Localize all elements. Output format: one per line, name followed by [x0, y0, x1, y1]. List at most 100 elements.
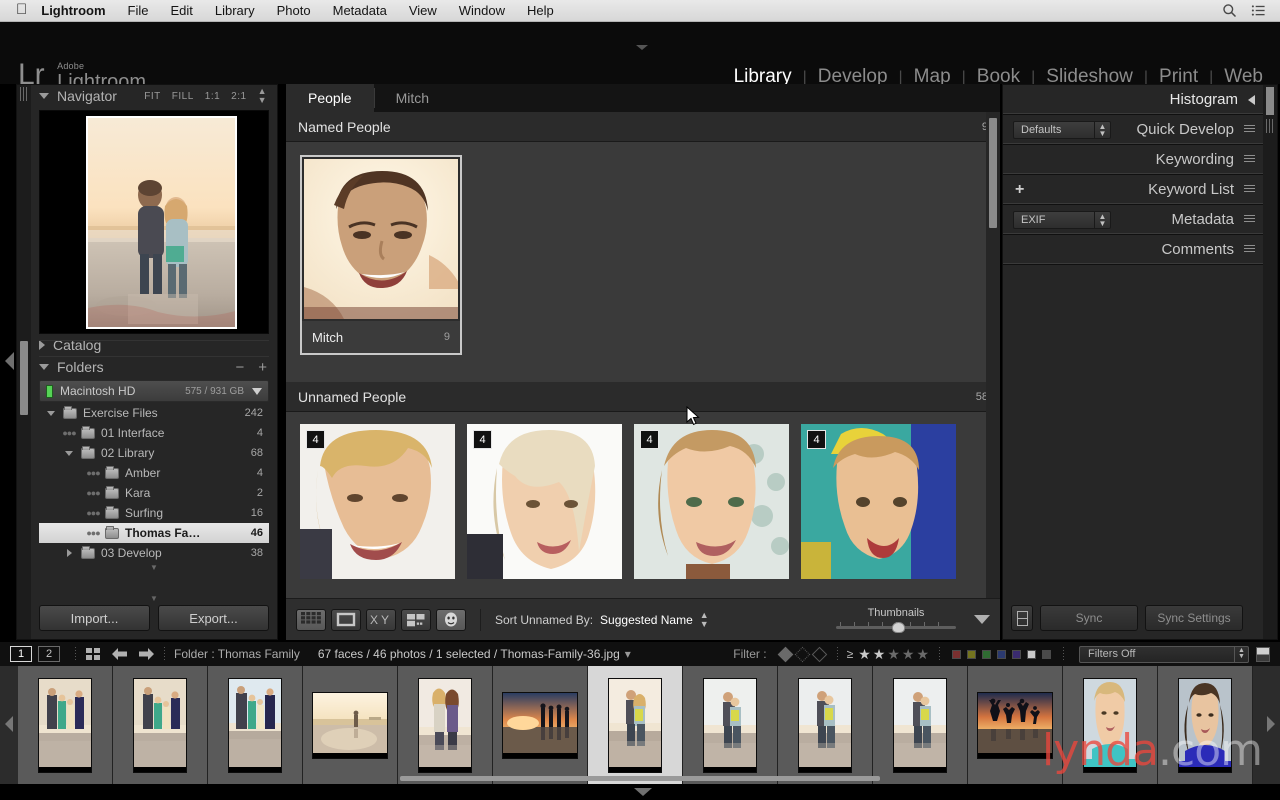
rating-star-2[interactable]: ★: [873, 646, 886, 663]
center-scrollbar[interactable]: [986, 112, 1000, 598]
navigator-preview[interactable]: [39, 110, 269, 334]
color-label-blue[interactable]: [997, 649, 1006, 659]
scrollbar-thumb[interactable]: [989, 118, 997, 228]
menu-item-view[interactable]: View: [398, 0, 448, 22]
rating-star-5[interactable]: ★: [916, 646, 929, 663]
panel-row-metadata[interactable]: EXIF ▲ ▼ Metadata: [1003, 205, 1263, 235]
catalog-header[interactable]: Catalog: [31, 334, 277, 356]
color-label-yellow[interactable]: [967, 649, 976, 659]
people-view-icon[interactable]: [436, 608, 466, 631]
menu-item-photo[interactable]: Photo: [266, 0, 322, 22]
color-label-none[interactable]: [1027, 649, 1036, 659]
export-button[interactable]: Export...: [158, 605, 269, 631]
tab-mitch[interactable]: Mitch: [373, 84, 451, 112]
panel-row-keyword-list[interactable]: + Keyword List: [1003, 175, 1263, 205]
thumbnail-size-slider[interactable]: Thumbnails: [834, 607, 958, 633]
panel-row-quick-develop[interactable]: Defaults ▲ ▼ Quick Develop: [1003, 115, 1263, 145]
zoom-fit[interactable]: FIT: [144, 91, 161, 102]
chevron-down-icon[interactable]: [47, 410, 55, 416]
panel-row-histogram[interactable]: Histogram: [1003, 85, 1263, 115]
filmstrip-item[interactable]: [1063, 666, 1158, 784]
panel-menu-icon[interactable]: [1244, 125, 1255, 134]
rating-star-1[interactable]: ★: [858, 646, 871, 663]
chevron-down-icon[interactable]: [39, 364, 49, 370]
quick-develop-preset-select[interactable]: Defaults ▲ ▼: [1013, 121, 1111, 139]
color-label-green[interactable]: [982, 649, 991, 659]
apple-logo-icon[interactable]: : [0, 2, 41, 17]
scrollbar-thumb[interactable]: [1266, 87, 1274, 115]
folder-row-surfing[interactable]: ●●● Surfing 16: [39, 503, 269, 523]
folder-row-kara[interactable]: ●●● Kara 2: [39, 483, 269, 503]
chevron-down-icon[interactable]: [39, 93, 49, 99]
folder-row-exercise-files[interactable]: Exercise Files 242: [39, 403, 269, 423]
unnamed-face-card[interactable]: 4: [467, 424, 622, 579]
chevron-down-icon[interactable]: [252, 387, 262, 395]
zoom-fill[interactable]: FILL: [172, 91, 194, 102]
folder-row-02-library[interactable]: 02 Library 68: [39, 443, 269, 463]
rating-star-4[interactable]: ★: [902, 646, 915, 663]
zoom-1-1[interactable]: 1:1: [205, 91, 220, 102]
filmstrip-item[interactable]: [18, 666, 113, 784]
sync-mode-icon[interactable]: [1011, 605, 1033, 631]
panel-menu-icon[interactable]: [1244, 215, 1255, 224]
panel-menu-icon[interactable]: [1244, 185, 1255, 194]
filmstrip-item[interactable]: [113, 666, 208, 784]
folder-row-amber[interactable]: ●●● Amber 4: [39, 463, 269, 483]
scrollbar-thumb[interactable]: [20, 341, 28, 415]
sort-value[interactable]: Suggested Name: [600, 613, 693, 627]
forward-arrow-icon[interactable]: [138, 647, 155, 661]
folder-row-03-develop[interactable]: 03 Develop 38: [39, 543, 269, 563]
menu-item-window[interactable]: Window: [448, 0, 516, 22]
unnamed-face-card[interactable]: 4: [634, 424, 789, 579]
filmstrip-prev-arrow[interactable]: [5, 716, 13, 732]
panel-row-keywording[interactable]: Keywording: [1003, 145, 1263, 175]
filmstrip-item[interactable]: [398, 666, 493, 784]
color-label-custom[interactable]: [1042, 649, 1051, 659]
folders-header[interactable]: Folders − +: [31, 356, 277, 378]
volume-row[interactable]: Macintosh HD 575 / 931 GB: [39, 380, 269, 402]
filmstrip-toggle[interactable]: [634, 788, 652, 796]
left-panel-scrollbar[interactable]: [17, 85, 31, 639]
filmstrip-item-selected[interactable]: [588, 666, 683, 784]
metadata-preset-select[interactable]: EXIF ▲ ▼: [1013, 211, 1111, 229]
filmstrip-item[interactable]: [683, 666, 778, 784]
flag-unflagged-filter[interactable]: [794, 646, 810, 662]
screen-2-button[interactable]: 2: [38, 646, 60, 662]
chevron-down-icon[interactable]: [65, 450, 73, 456]
search-icon[interactable]: [1222, 3, 1237, 18]
compare-view-icon[interactable]: XY: [366, 608, 396, 631]
menu-item-lightroom[interactable]: Lightroom: [41, 0, 116, 22]
panel-row-comments[interactable]: Comments: [1003, 235, 1263, 265]
remove-folder-button[interactable]: −: [235, 359, 244, 376]
grid-icon[interactable]: [85, 647, 101, 661]
import-button[interactable]: Import...: [39, 605, 150, 631]
zoom-2-1[interactable]: 2:1: [231, 91, 246, 102]
sort-stepper-icon[interactable]: ▲ ▼: [700, 610, 709, 629]
sync-settings-button[interactable]: Sync Settings: [1145, 605, 1243, 631]
filmstrip-scrollbar[interactable]: [400, 776, 880, 781]
filter-preset-select[interactable]: Filters Off ▲ ▼: [1079, 645, 1249, 663]
flag-rejected-filter[interactable]: [811, 646, 827, 662]
folder-tree-resize-handle[interactable]: ▼: [39, 564, 269, 572]
stepper-icon[interactable]: ▲ ▼: [1094, 122, 1110, 138]
chevron-right-icon[interactable]: [66, 549, 72, 557]
left-panel-toggle[interactable]: [5, 352, 14, 370]
right-panel-scrollbar[interactable]: [1263, 85, 1277, 639]
add-folder-button[interactable]: +: [258, 359, 267, 376]
menu-item-library[interactable]: Library: [204, 0, 266, 22]
rating-operator[interactable]: ≥: [847, 647, 854, 661]
stepper-icon[interactable]: ▲ ▼: [1234, 646, 1248, 662]
collapse-arrow-icon[interactable]: [1248, 94, 1255, 105]
unnamed-face-card[interactable]: 4: [300, 424, 455, 579]
loupe-view-icon[interactable]: [331, 608, 361, 631]
panel-menu-icon[interactable]: [1244, 155, 1255, 164]
tab-people[interactable]: People: [286, 84, 374, 112]
sync-button[interactable]: Sync: [1040, 605, 1138, 631]
panel-menu-icon[interactable]: [1244, 245, 1255, 254]
status-caret-icon[interactable]: ▾: [625, 647, 631, 661]
stepper-icon[interactable]: ▲ ▼: [1094, 212, 1110, 228]
add-keyword-button[interactable]: +: [1015, 182, 1024, 198]
survey-view-icon[interactable]: [401, 608, 431, 631]
screen-1-button[interactable]: 1: [10, 646, 32, 662]
flag-picked-filter[interactable]: [777, 646, 793, 662]
